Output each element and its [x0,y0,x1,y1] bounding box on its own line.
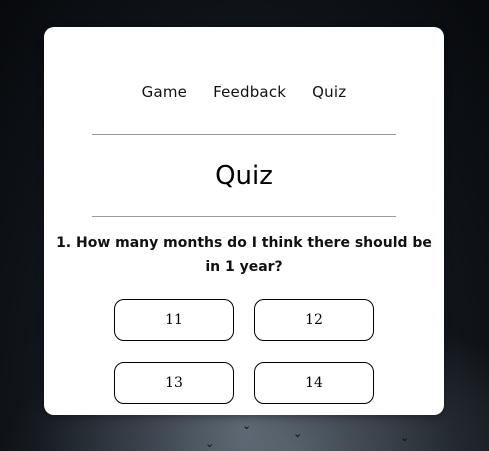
quiz-card: Game Feedback Quiz Quiz 1. How many mont… [44,27,444,415]
page-title: Quiz [215,161,273,191]
nav-link-feedback[interactable]: Feedback [213,83,286,101]
divider-top [92,134,396,135]
nav-link-quiz[interactable]: Quiz [312,83,346,101]
bird-silhouette-icon: ⌄ [205,437,215,450]
nav-link-game[interactable]: Game [142,83,187,101]
top-nav: Game Feedback Quiz [44,83,444,101]
bird-silhouette-icon: ⌄ [400,431,410,444]
divider-bottom [92,216,396,217]
answer-button-12[interactable]: 12 [254,299,374,341]
answer-button-11[interactable]: 11 [114,299,234,341]
answer-button-14[interactable]: 14 [254,362,374,404]
answer-button-13[interactable]: 13 [114,362,234,404]
answer-options: 11 12 13 14 [114,299,374,404]
bird-silhouette-icon: ⌄ [242,419,252,432]
question-text: 1. How many months do I think there shou… [56,235,432,275]
bird-silhouette-icon: ⌄ [293,427,303,440]
